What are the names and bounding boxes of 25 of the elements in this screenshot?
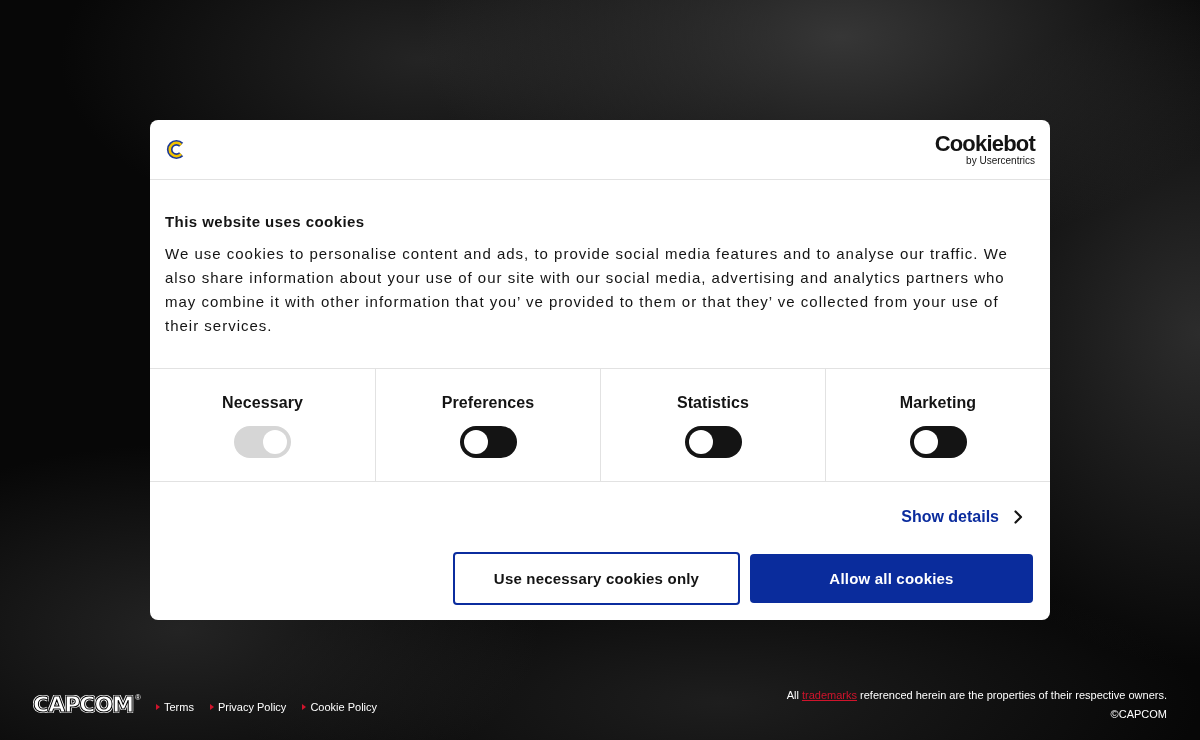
- footer-link[interactable]: Privacy Policy: [217, 699, 287, 714]
- toggle-switch[interactable]: [909, 426, 967, 458]
- category-label: Statistics: [676, 393, 750, 413]
- category-label: Preferences: [441, 393, 535, 413]
- necessary-only-button[interactable]: Use necessary cookies only: [453, 552, 740, 605]
- toggle-switch[interactable]: [459, 426, 517, 458]
- brand-wordmark: Cookiebot: [934, 133, 1035, 155]
- show-details-link[interactable]: Show details: [901, 505, 1023, 529]
- brand-tagline: by Usercentrics: [966, 155, 1035, 166]
- brand-logo: CAPCOM: [33, 693, 134, 717]
- triangle-bullet-icon: [302, 703, 307, 710]
- chevron-right-icon: [1014, 510, 1023, 524]
- category-label: Marketing: [899, 393, 977, 413]
- dialog-title: This website uses cookies: [165, 212, 366, 232]
- footer-link[interactable]: Cookie Policy: [310, 699, 377, 714]
- registered-mark: ®: [135, 693, 141, 703]
- copyright-text: ©CAPCOM: [1109, 707, 1167, 722]
- triangle-bullet-icon: [209, 703, 214, 710]
- category-label: Necessary: [222, 393, 303, 413]
- triangle-bullet-icon: [155, 703, 160, 710]
- dialog-description: We use cookies to personalise content and ads, to provide social media features and to analyse our traffic. We also share information about your use of our site with our social media, advertising and analytics partners who may combine it with other information that you’ ve provided to them or that they’ ve collected from your use of their services.: [165, 244, 1009, 336]
- footer-link[interactable]: Terms: [163, 699, 194, 714]
- trademark-notice: All trademarks referenced herein are the properties of their respective owners.: [786, 688, 1167, 703]
- toggle-switch[interactable]: [684, 426, 742, 458]
- allow-all-button[interactable]: Allow all cookies: [750, 554, 1033, 603]
